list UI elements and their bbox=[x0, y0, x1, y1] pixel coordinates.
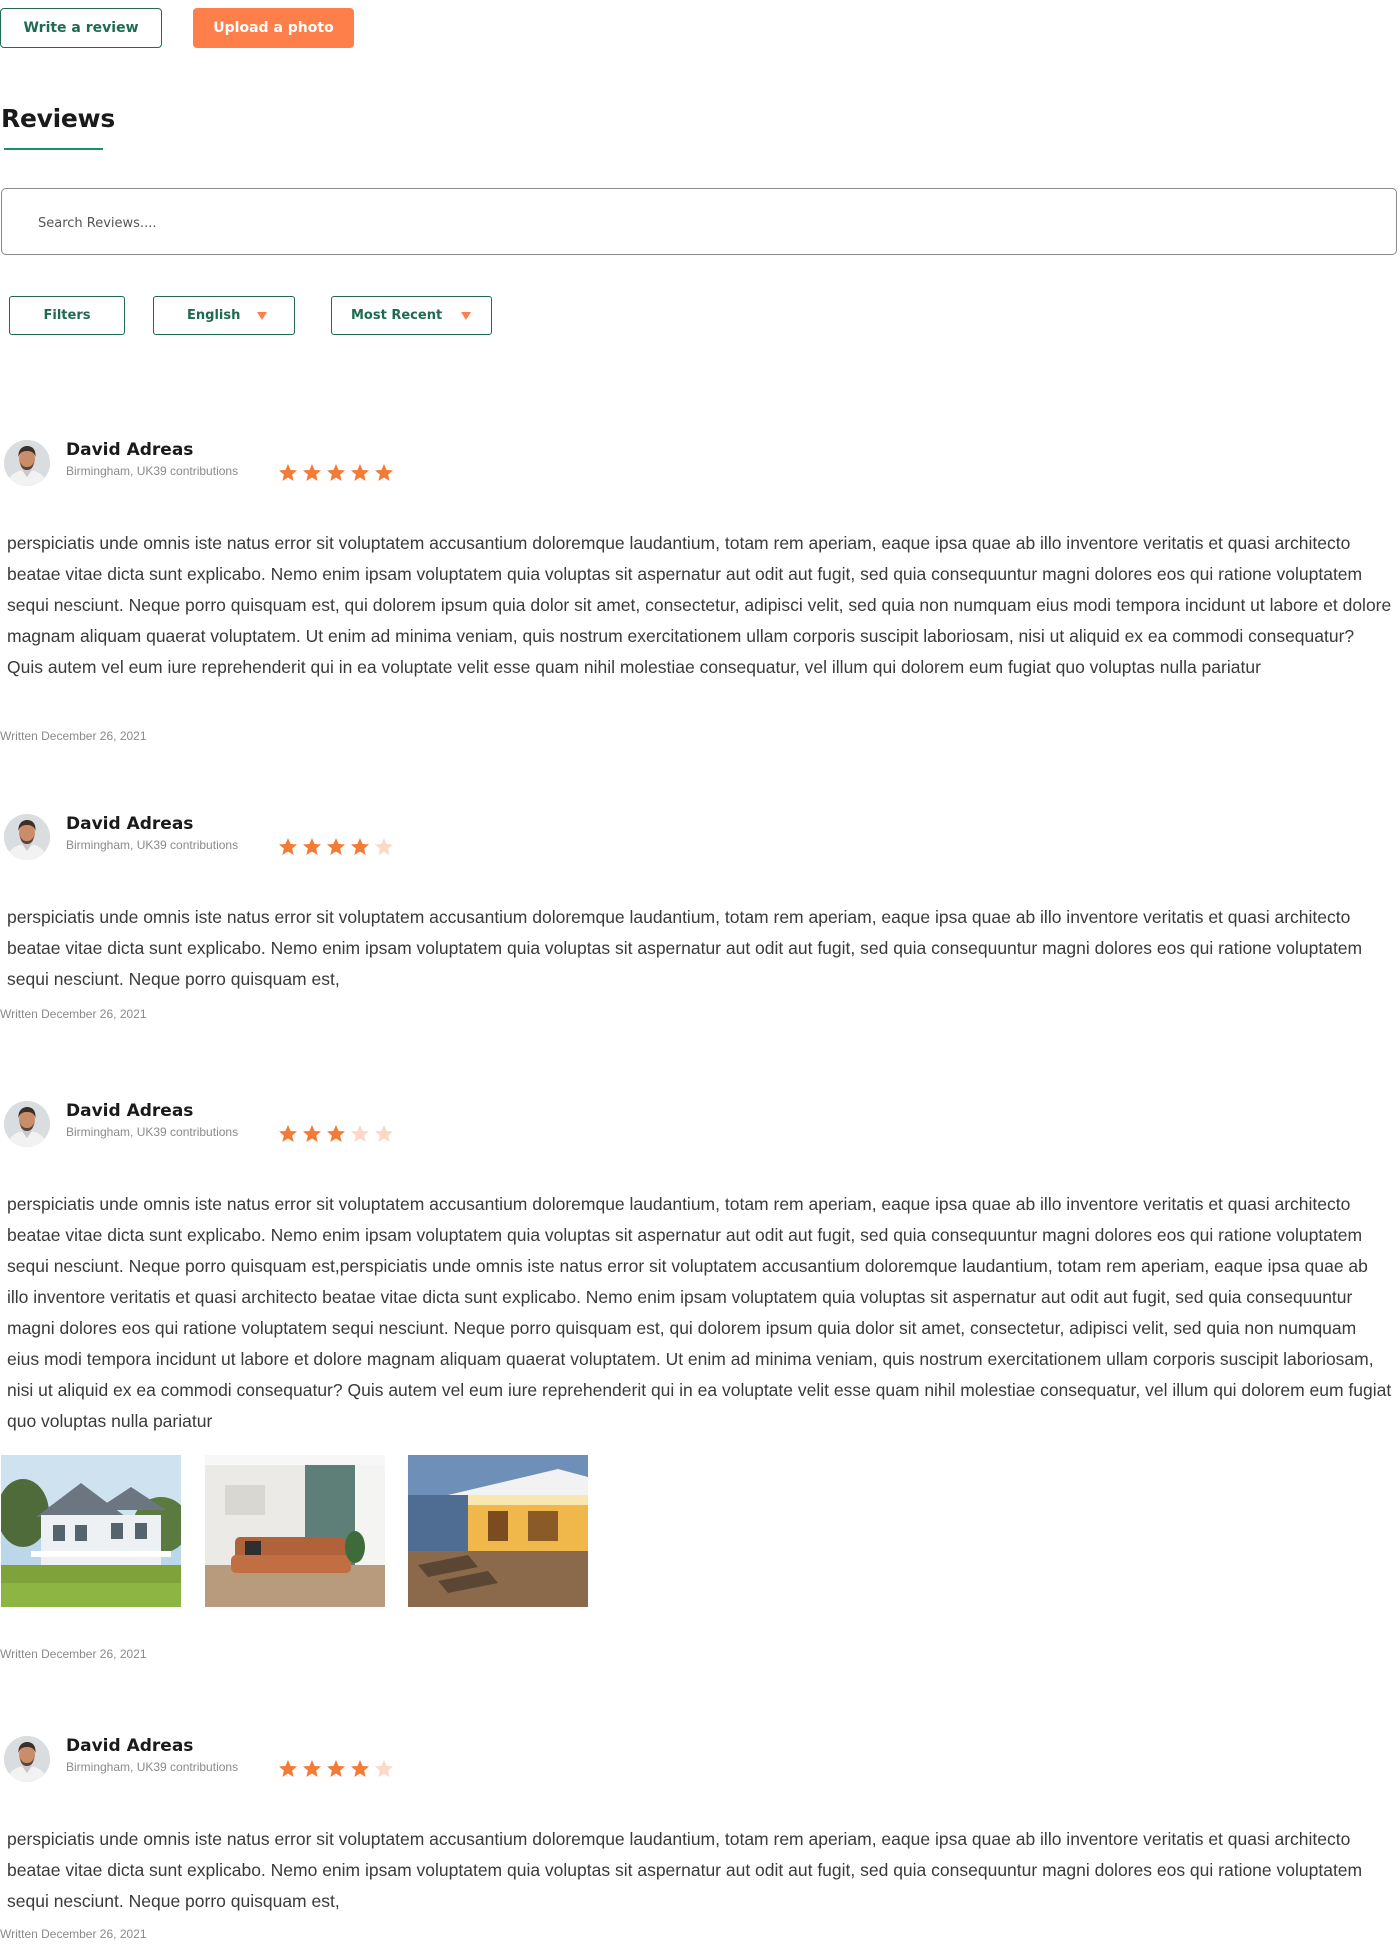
page-title: Reviews bbox=[1, 104, 115, 133]
review-text: perspiciatis unde omnis iste natus error… bbox=[7, 907, 1363, 989]
title-underline bbox=[4, 148, 103, 150]
house-exterior-photo[interactable] bbox=[1, 1455, 181, 1607]
chevron-down-icon bbox=[461, 312, 471, 320]
star-icon bbox=[327, 464, 345, 481]
language-select[interactable]: English bbox=[153, 296, 295, 335]
review-text: perspiciatis unde omnis iste natus error… bbox=[7, 533, 1392, 677]
sort-value: Most Recent bbox=[351, 308, 443, 323]
reviewer-name[interactable]: David Adreas bbox=[66, 814, 193, 834]
star-icon bbox=[303, 1125, 321, 1142]
avatar bbox=[4, 1736, 50, 1782]
star-icon bbox=[327, 1760, 345, 1777]
review-text: perspiciatis unde omnis iste natus error… bbox=[7, 1829, 1363, 1911]
reviewer-name[interactable]: David Adreas bbox=[66, 1101, 193, 1121]
sort-select[interactable]: Most Recent bbox=[331, 296, 492, 335]
star-icon bbox=[351, 464, 369, 481]
reviewer-meta: Birmingham, UK39 contributions bbox=[66, 1125, 239, 1139]
reviewer-name[interactable]: David Adreas bbox=[66, 440, 193, 460]
star-icon bbox=[303, 1760, 321, 1777]
star-rating bbox=[278, 463, 394, 483]
filters-button[interactable]: Filters bbox=[9, 296, 125, 335]
reviewer-meta: Birmingham, UK39 contributions bbox=[66, 1760, 239, 1774]
reviewer-meta: Birmingham, UK39 contributions bbox=[66, 464, 239, 478]
filters-label: Filters bbox=[43, 308, 91, 323]
reviews-page: Write a review Upload a photo Reviews Fi… bbox=[0, 0, 1400, 1945]
review-date: Written December 26, 2021 bbox=[0, 1647, 147, 1661]
star-icon bbox=[327, 1125, 345, 1142]
star-rating bbox=[278, 1759, 394, 1779]
avatar bbox=[4, 814, 50, 860]
reviewer-name[interactable]: David Adreas bbox=[66, 1736, 193, 1756]
review-date: Written December 26, 2021 bbox=[0, 1007, 147, 1021]
star-icon bbox=[279, 1760, 297, 1777]
star-icon bbox=[375, 1125, 393, 1142]
star-icon bbox=[279, 838, 297, 855]
patio-deck-photo[interactable] bbox=[408, 1455, 588, 1607]
living-room-photo[interactable] bbox=[205, 1455, 385, 1607]
avatar bbox=[4, 440, 50, 486]
chevron-down-icon bbox=[257, 312, 267, 320]
review-date: Written December 26, 2021 bbox=[0, 729, 147, 743]
star-icon bbox=[351, 838, 369, 855]
star-icon bbox=[375, 1760, 393, 1777]
language-value: English bbox=[187, 308, 241, 323]
search-box bbox=[1, 188, 1397, 255]
star-rating bbox=[278, 837, 394, 857]
star-icon bbox=[351, 1760, 369, 1777]
star-icon bbox=[327, 838, 345, 855]
star-icon bbox=[303, 464, 321, 481]
review-date: Written December 26, 2021 bbox=[0, 1927, 147, 1941]
star-icon bbox=[375, 464, 393, 481]
reviewer-meta: Birmingham, UK39 contributions bbox=[66, 838, 239, 852]
star-icon bbox=[303, 838, 321, 855]
upload-photo-button[interactable]: Upload a photo bbox=[193, 8, 354, 48]
star-rating bbox=[278, 1124, 394, 1144]
write-review-button[interactable]: Write a review bbox=[0, 8, 162, 48]
avatar bbox=[4, 1101, 50, 1147]
star-icon bbox=[351, 1125, 369, 1142]
star-icon bbox=[279, 464, 297, 481]
star-icon bbox=[279, 1125, 297, 1142]
review-text: perspiciatis unde omnis iste natus error… bbox=[7, 1194, 1392, 1431]
star-icon bbox=[375, 838, 393, 855]
search-input[interactable] bbox=[36, 209, 1340, 237]
